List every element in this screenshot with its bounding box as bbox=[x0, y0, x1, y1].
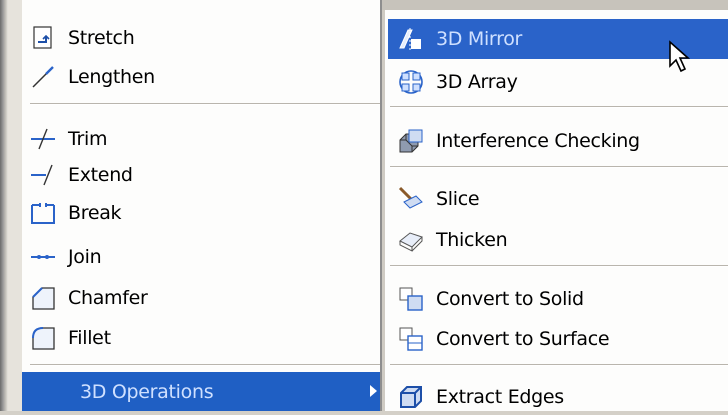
menu-item-label: 3D Operations bbox=[80, 380, 214, 403]
thicken-icon bbox=[398, 227, 424, 253]
menu-item-label: Chamfer bbox=[68, 287, 148, 309]
submenu-item-interference-checking[interactable]: Interference Checking bbox=[398, 123, 640, 159]
mouse-pointer-icon bbox=[668, 40, 692, 79]
submenu-item-extract-edges[interactable]: Extract Edges bbox=[398, 379, 564, 415]
submenu-item-label: Convert to Solid bbox=[436, 288, 584, 310]
submenu-top-edge bbox=[382, 0, 728, 10]
join-icon bbox=[30, 244, 56, 270]
submenu-item-label: Convert to Surface bbox=[436, 328, 610, 350]
modify-menu: Stretch Lengthen Trim Extend Break Join … bbox=[8, 0, 380, 411]
menu-item-break[interactable]: Break bbox=[30, 195, 122, 231]
submenu-item-label: 3D Mirror bbox=[436, 28, 523, 50]
submenu-item-label: Thicken bbox=[436, 229, 508, 251]
submenu-arrow-icon bbox=[370, 385, 377, 397]
lengthen-icon bbox=[30, 64, 56, 90]
extend-icon bbox=[30, 162, 56, 188]
menu-item-label: Join bbox=[68, 246, 102, 268]
submenu-separator bbox=[390, 106, 728, 108]
chamfer-icon bbox=[30, 285, 56, 311]
menu-item-label: Trim bbox=[68, 128, 108, 150]
submenu-item-convert-to-surface[interactable]: Convert to Surface bbox=[398, 321, 610, 357]
submenu-item-label: Slice bbox=[436, 188, 480, 210]
menu-gutter bbox=[8, 0, 22, 411]
menu-item-label: Extend bbox=[68, 164, 133, 186]
menu-separator bbox=[30, 364, 380, 366]
trim-icon bbox=[30, 126, 56, 152]
menu-item-join[interactable]: Join bbox=[30, 239, 102, 275]
convert-solid-icon bbox=[398, 286, 424, 312]
submenu-separator bbox=[390, 364, 728, 366]
mirror-3d-icon bbox=[398, 26, 424, 52]
submenu-item-label: Extract Edges bbox=[436, 386, 564, 408]
submenu-item-thicken[interactable]: Thicken bbox=[398, 222, 508, 258]
convert-surface-icon bbox=[398, 326, 424, 352]
menu-item-extend[interactable]: Extend bbox=[30, 157, 133, 193]
menu-item-trim[interactable]: Trim bbox=[30, 121, 108, 157]
submenu-item-convert-to-solid[interactable]: Convert to Solid bbox=[398, 281, 584, 317]
submenu-item-slice[interactable]: Slice bbox=[398, 181, 480, 217]
menu-separator bbox=[30, 103, 380, 105]
menu-item-chamfer[interactable]: Chamfer bbox=[30, 280, 148, 316]
submenu-item-label: 3D Array bbox=[436, 71, 518, 93]
submenu-item-label: Interference Checking bbox=[436, 130, 640, 152]
interference-icon bbox=[398, 128, 424, 154]
menu-item-label: Fillet bbox=[68, 327, 111, 349]
extract-edges-icon bbox=[398, 384, 424, 410]
menu-item-fillet[interactable]: Fillet bbox=[30, 320, 111, 356]
array-3d-icon bbox=[398, 69, 424, 95]
window-frame-edge bbox=[0, 0, 8, 411]
submenu-separator bbox=[390, 265, 728, 267]
submenu-item-3d-array[interactable]: 3D Array bbox=[398, 64, 518, 100]
menu-item-lengthen[interactable]: Lengthen bbox=[30, 59, 155, 95]
fillet-icon bbox=[30, 325, 56, 351]
menu-item-stretch[interactable]: Stretch bbox=[30, 20, 135, 56]
menu-item-label: Lengthen bbox=[68, 66, 155, 88]
break-icon bbox=[30, 200, 56, 226]
slice-icon bbox=[398, 186, 424, 212]
menu-item-label: Break bbox=[68, 202, 122, 224]
submenu-separator bbox=[390, 166, 728, 168]
menu-item-3d-operations[interactable]: 3D Operations bbox=[22, 372, 380, 411]
menu-item-label: Stretch bbox=[68, 27, 135, 49]
stretch-icon bbox=[30, 25, 56, 51]
